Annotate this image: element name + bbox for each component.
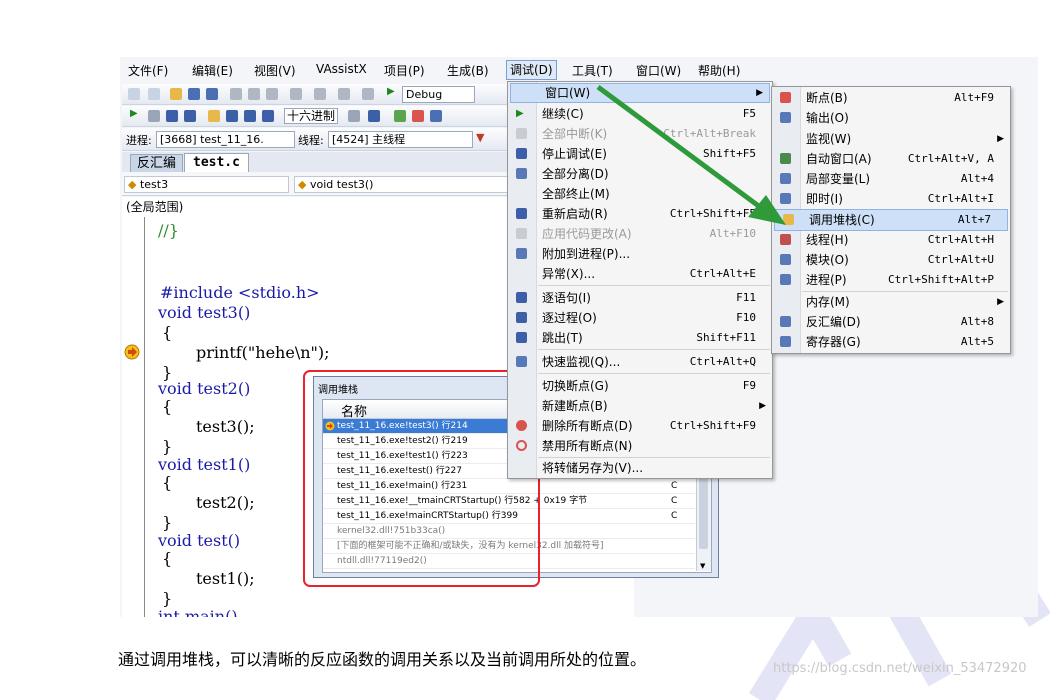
ide-screenshot: 文件(F) 编辑(E) 视图(V) VAssistX 项目(P) 生成(B) 调… — [120, 57, 1038, 617]
annotation-arrow — [596, 84, 786, 225]
source-credit: https://blog.csdn.net/weixin_53472920 — [773, 661, 1027, 676]
caption-text: 通过调用堆栈，可以清晰的反应函数的调用关系以及当前调用所处的位置。 — [118, 650, 647, 669]
